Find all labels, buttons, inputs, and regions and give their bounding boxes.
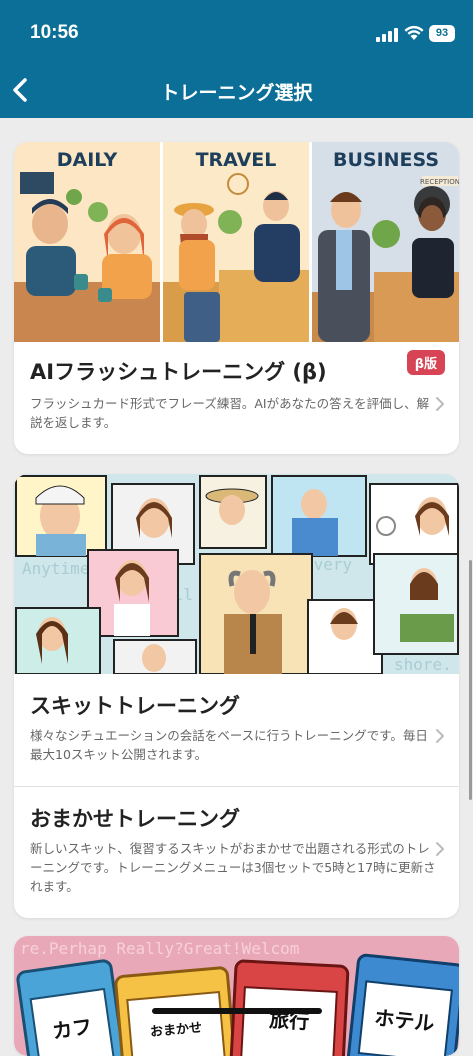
wifi-icon bbox=[404, 25, 424, 40]
home-indicator[interactable] bbox=[152, 1008, 322, 1014]
flash-training-card[interactable]: RECEPTION DAILY TRAVEL BUSINESS AIフラッシュト… bbox=[14, 142, 459, 454]
cellular-signal-icon bbox=[376, 28, 398, 42]
omakase-training-row[interactable]: おまかせトレーニング 新しいスキット、復習するスキットがおまかせで出題される形式… bbox=[14, 787, 459, 918]
skit-training-illustration: Anytime every all shore. bbox=[14, 474, 459, 674]
page-title: トレーニング選択 bbox=[160, 82, 313, 104]
reception-sign: RECEPTION bbox=[420, 178, 459, 186]
status-time: 10:56 bbox=[30, 22, 79, 43]
skit-training-description: 様々なシチュエーションの会話をベースに行うトレーニングです。毎日最大10スキット… bbox=[30, 728, 428, 762]
card-training-card[interactable]: re.Perhap Really?Great!Welcom カフ おまかせ 旅行… bbox=[14, 936, 459, 1056]
bg-word-1: Anytime bbox=[22, 559, 89, 578]
card-bg-text: re.Perhap Really?Great!Welcom bbox=[20, 939, 299, 958]
chevron-right-icon bbox=[436, 729, 444, 743]
card-training-illustration: re.Perhap Really?Great!Welcom カフ おまかせ 旅行… bbox=[14, 936, 459, 1056]
skit-training-title: スキットトレーニング bbox=[30, 694, 240, 718]
skit-training-row[interactable]: スキットトレーニング 様々なシチュエーションの会話をベースに行うトレーニングです… bbox=[14, 674, 459, 786]
flash-training-description: フラッシュカード形式でフレーズ練習。AIがあなたの答えを評価し、解説を返します。 bbox=[30, 396, 430, 430]
panel-label-travel: TRAVEL bbox=[196, 149, 277, 171]
scrollbar[interactable] bbox=[469, 560, 472, 800]
omakase-training-title: おまかせトレーニング bbox=[30, 807, 240, 831]
beta-badge: β版 bbox=[406, 350, 445, 375]
flash-training-illustration: RECEPTION DAILY TRAVEL BUSINESS bbox=[14, 142, 459, 342]
status-bar: 10:56 93 bbox=[0, 0, 473, 62]
nav-bar: トレーニング選択 bbox=[0, 62, 473, 118]
chevron-right-icon bbox=[436, 397, 444, 411]
panel-label-daily: DAILY bbox=[57, 149, 118, 171]
panel-label-business: BUSINESS bbox=[333, 149, 439, 171]
flash-training-title: AIフラッシュトレーニング (β) bbox=[30, 360, 327, 384]
battery-icon: 93 bbox=[429, 25, 455, 42]
skit-training-card: Anytime every all shore. bbox=[14, 474, 459, 918]
bg-word-4: shore. bbox=[394, 655, 452, 674]
omakase-training-description: 新しいスキット、復習するスキットがおまかせで出題される形式のトレーニングです。ト… bbox=[30, 841, 436, 894]
chevron-right-icon bbox=[436, 842, 444, 856]
